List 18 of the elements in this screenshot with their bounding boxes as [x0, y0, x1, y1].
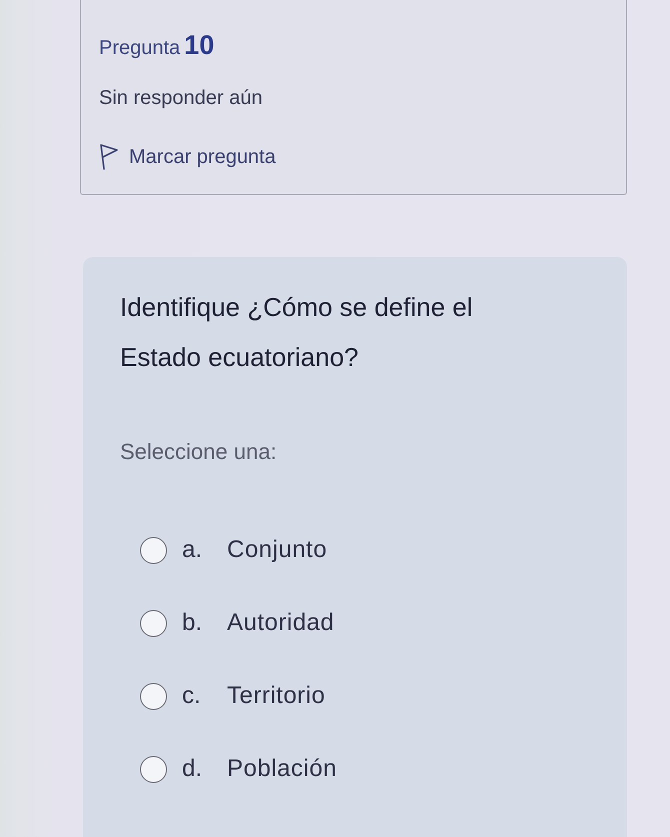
radio-button[interactable]	[140, 682, 167, 710]
option-letter: d.	[182, 755, 204, 783]
answer-prompt: Seleccione una:	[120, 438, 278, 466]
option-label[interactable]: Autoridad	[227, 609, 334, 637]
question-label: Pregunta	[99, 36, 180, 61]
option-label[interactable]: Población	[227, 755, 337, 783]
radio-button[interactable]	[140, 756, 167, 782]
radio-button[interactable]	[140, 610, 167, 636]
question-number: 10	[184, 29, 214, 62]
option-letter: a.	[182, 536, 204, 564]
question-text: Identifique ¿Cómo se define el Estado ecuatoriano?	[120, 291, 474, 374]
flag-question-link[interactable]: Marcar pregunta	[99, 142, 276, 172]
option-label[interactable]: Territorio	[227, 682, 326, 710]
option-label[interactable]: Conjunto	[227, 536, 328, 564]
option-letter: b.	[182, 609, 204, 637]
question-status: Sin responder aún	[99, 86, 264, 111]
option-letter: c.	[182, 682, 202, 710]
radio-button[interactable]	[140, 536, 167, 564]
